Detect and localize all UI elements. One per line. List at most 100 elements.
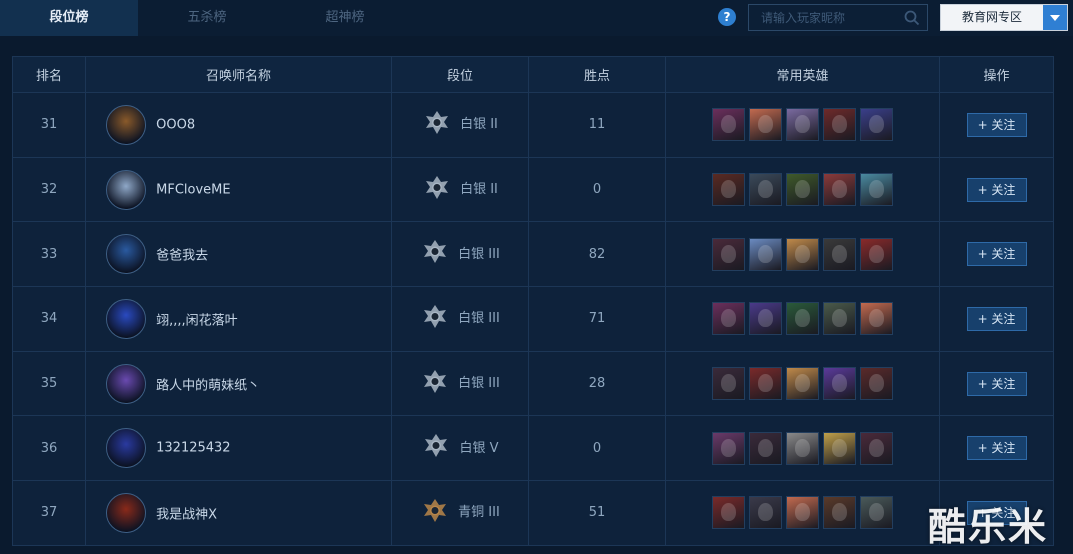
follow-button[interactable]: + 关注 bbox=[966, 371, 1027, 396]
hero-portrait[interactable] bbox=[860, 237, 893, 271]
table-row: 36 132125432 白银 V 0 + 关注 bbox=[12, 415, 1054, 482]
summoner-cell: 路人中的萌妹纸丶 bbox=[85, 350, 392, 417]
hero-list bbox=[666, 496, 939, 530]
search-input[interactable] bbox=[749, 5, 899, 30]
summoner-cell: 132125432 bbox=[85, 415, 392, 482]
hero-portrait[interactable] bbox=[712, 367, 745, 401]
avatar[interactable] bbox=[106, 428, 146, 469]
rank-cell: 34 bbox=[12, 286, 86, 352]
hero-portrait[interactable] bbox=[749, 496, 782, 530]
tier-label: 白银 II bbox=[460, 182, 498, 198]
follow-button[interactable]: + 关注 bbox=[966, 306, 1027, 331]
hero-portrait[interactable] bbox=[823, 173, 856, 207]
hero-portrait[interactable] bbox=[860, 496, 893, 530]
hero-portrait[interactable] bbox=[749, 367, 782, 401]
points-cell: 11 bbox=[528, 92, 666, 158]
tier-badge-icon bbox=[424, 369, 447, 393]
action-cell: + 关注 bbox=[939, 92, 1054, 158]
hero-portrait[interactable] bbox=[712, 173, 745, 207]
hero-portrait[interactable] bbox=[860, 108, 893, 142]
summoner-name[interactable]: 132125432 bbox=[156, 441, 230, 456]
avatar[interactable] bbox=[106, 492, 146, 533]
top-bar: 段位榜 五杀榜 超神榜 ? 教育网专区 bbox=[0, 0, 1073, 36]
hero-portrait[interactable] bbox=[712, 108, 745, 142]
hero-portrait[interactable] bbox=[786, 108, 819, 142]
points-cell: 0 bbox=[528, 415, 666, 482]
heroes-cell bbox=[665, 415, 940, 482]
hero-portrait[interactable] bbox=[786, 173, 819, 207]
points-cell: 0 bbox=[528, 156, 666, 223]
table-row: 31 OOO8 白银 II 11 + 关注 bbox=[12, 92, 1054, 158]
follow-button[interactable]: + 关注 bbox=[966, 436, 1027, 461]
ranking-table: 排名 召唤师名称 段位 胜点 常用英雄 操作 31 OOO8 白银 II 11 bbox=[12, 56, 1054, 546]
hero-portrait[interactable] bbox=[786, 302, 819, 336]
hero-portrait[interactable] bbox=[860, 431, 893, 465]
hero-portrait[interactable] bbox=[823, 431, 856, 465]
avatar[interactable] bbox=[106, 298, 146, 339]
search-icon[interactable] bbox=[903, 9, 921, 27]
summoner-name[interactable]: 爸爸我去 bbox=[156, 249, 208, 264]
hero-list bbox=[666, 431, 939, 465]
tab-pentakill[interactable]: 五杀榜 bbox=[138, 0, 276, 36]
tier-cell: 白银 III bbox=[391, 286, 529, 352]
summoner-name[interactable]: MFCloveME bbox=[156, 182, 230, 197]
hero-portrait[interactable] bbox=[860, 173, 893, 207]
hero-portrait[interactable] bbox=[749, 431, 782, 465]
header-summoner-name: 召唤师名称 bbox=[85, 56, 392, 93]
avatar[interactable] bbox=[106, 363, 146, 404]
summoner-name[interactable]: 翊,,,,闲花落叶 bbox=[156, 313, 238, 328]
summoner-name[interactable]: 我是战神X bbox=[156, 507, 217, 522]
heroes-cell bbox=[665, 286, 940, 352]
rank-cell: 37 bbox=[12, 480, 86, 546]
heroes-cell bbox=[665, 480, 940, 546]
tier-label: 白银 III bbox=[458, 311, 500, 327]
hero-portrait[interactable] bbox=[823, 367, 856, 401]
hero-portrait[interactable] bbox=[712, 496, 745, 530]
hero-portrait[interactable] bbox=[749, 302, 782, 336]
hero-portrait[interactable] bbox=[786, 367, 819, 401]
avatar[interactable] bbox=[106, 234, 146, 275]
hero-portrait[interactable] bbox=[823, 496, 856, 530]
summoner-cell: 翊,,,,闲花落叶 bbox=[85, 286, 392, 352]
summoner-name[interactable]: 路人中的萌妹纸丶 bbox=[156, 378, 260, 393]
rank-cell: 36 bbox=[12, 415, 86, 482]
rank-cell: 32 bbox=[12, 156, 86, 223]
tier-cell: 白银 III bbox=[391, 221, 529, 288]
hero-portrait[interactable] bbox=[712, 431, 745, 465]
action-cell: + 关注 bbox=[939, 350, 1054, 417]
hero-portrait[interactable] bbox=[786, 237, 819, 271]
action-cell: + 关注 bbox=[939, 221, 1054, 288]
follow-button[interactable]: + 关注 bbox=[966, 112, 1027, 137]
hero-portrait[interactable] bbox=[749, 108, 782, 142]
region-select[interactable]: 教育网专区 bbox=[940, 4, 1068, 31]
follow-button[interactable]: + 关注 bbox=[966, 177, 1027, 202]
hero-portrait[interactable] bbox=[860, 302, 893, 336]
summoner-name[interactable]: OOO8 bbox=[156, 117, 195, 132]
tab-rank[interactable]: 段位榜 bbox=[0, 0, 138, 36]
tier-cell: 青铜 III bbox=[391, 480, 529, 546]
hero-portrait[interactable] bbox=[823, 237, 856, 271]
hero-portrait[interactable] bbox=[786, 496, 819, 530]
follow-button[interactable]: + 关注 bbox=[966, 242, 1027, 267]
avatar[interactable] bbox=[106, 169, 146, 210]
tab-legendary[interactable]: 超神榜 bbox=[276, 0, 414, 36]
hero-portrait[interactable] bbox=[860, 367, 893, 401]
summoner-cell: MFCloveME bbox=[85, 156, 392, 223]
hero-portrait[interactable] bbox=[786, 431, 819, 465]
hero-portrait[interactable] bbox=[712, 237, 745, 271]
tier-badge-icon bbox=[424, 304, 447, 328]
avatar[interactable] bbox=[106, 104, 146, 145]
tier-label: 青铜 III bbox=[458, 505, 500, 521]
header-tier: 段位 bbox=[391, 56, 529, 93]
header-actions: 操作 bbox=[939, 56, 1054, 93]
chevron-down-icon[interactable] bbox=[1043, 5, 1067, 30]
header-heroes: 常用英雄 bbox=[665, 56, 940, 93]
table-row: 33 爸爸我去 白银 III 82 + 关注 bbox=[12, 221, 1054, 288]
hero-portrait[interactable] bbox=[712, 302, 745, 336]
hero-portrait[interactable] bbox=[749, 173, 782, 207]
heroes-cell bbox=[665, 221, 940, 288]
help-icon[interactable]: ? bbox=[718, 8, 736, 26]
hero-portrait[interactable] bbox=[823, 108, 856, 142]
hero-portrait[interactable] bbox=[823, 302, 856, 336]
hero-portrait[interactable] bbox=[749, 237, 782, 271]
